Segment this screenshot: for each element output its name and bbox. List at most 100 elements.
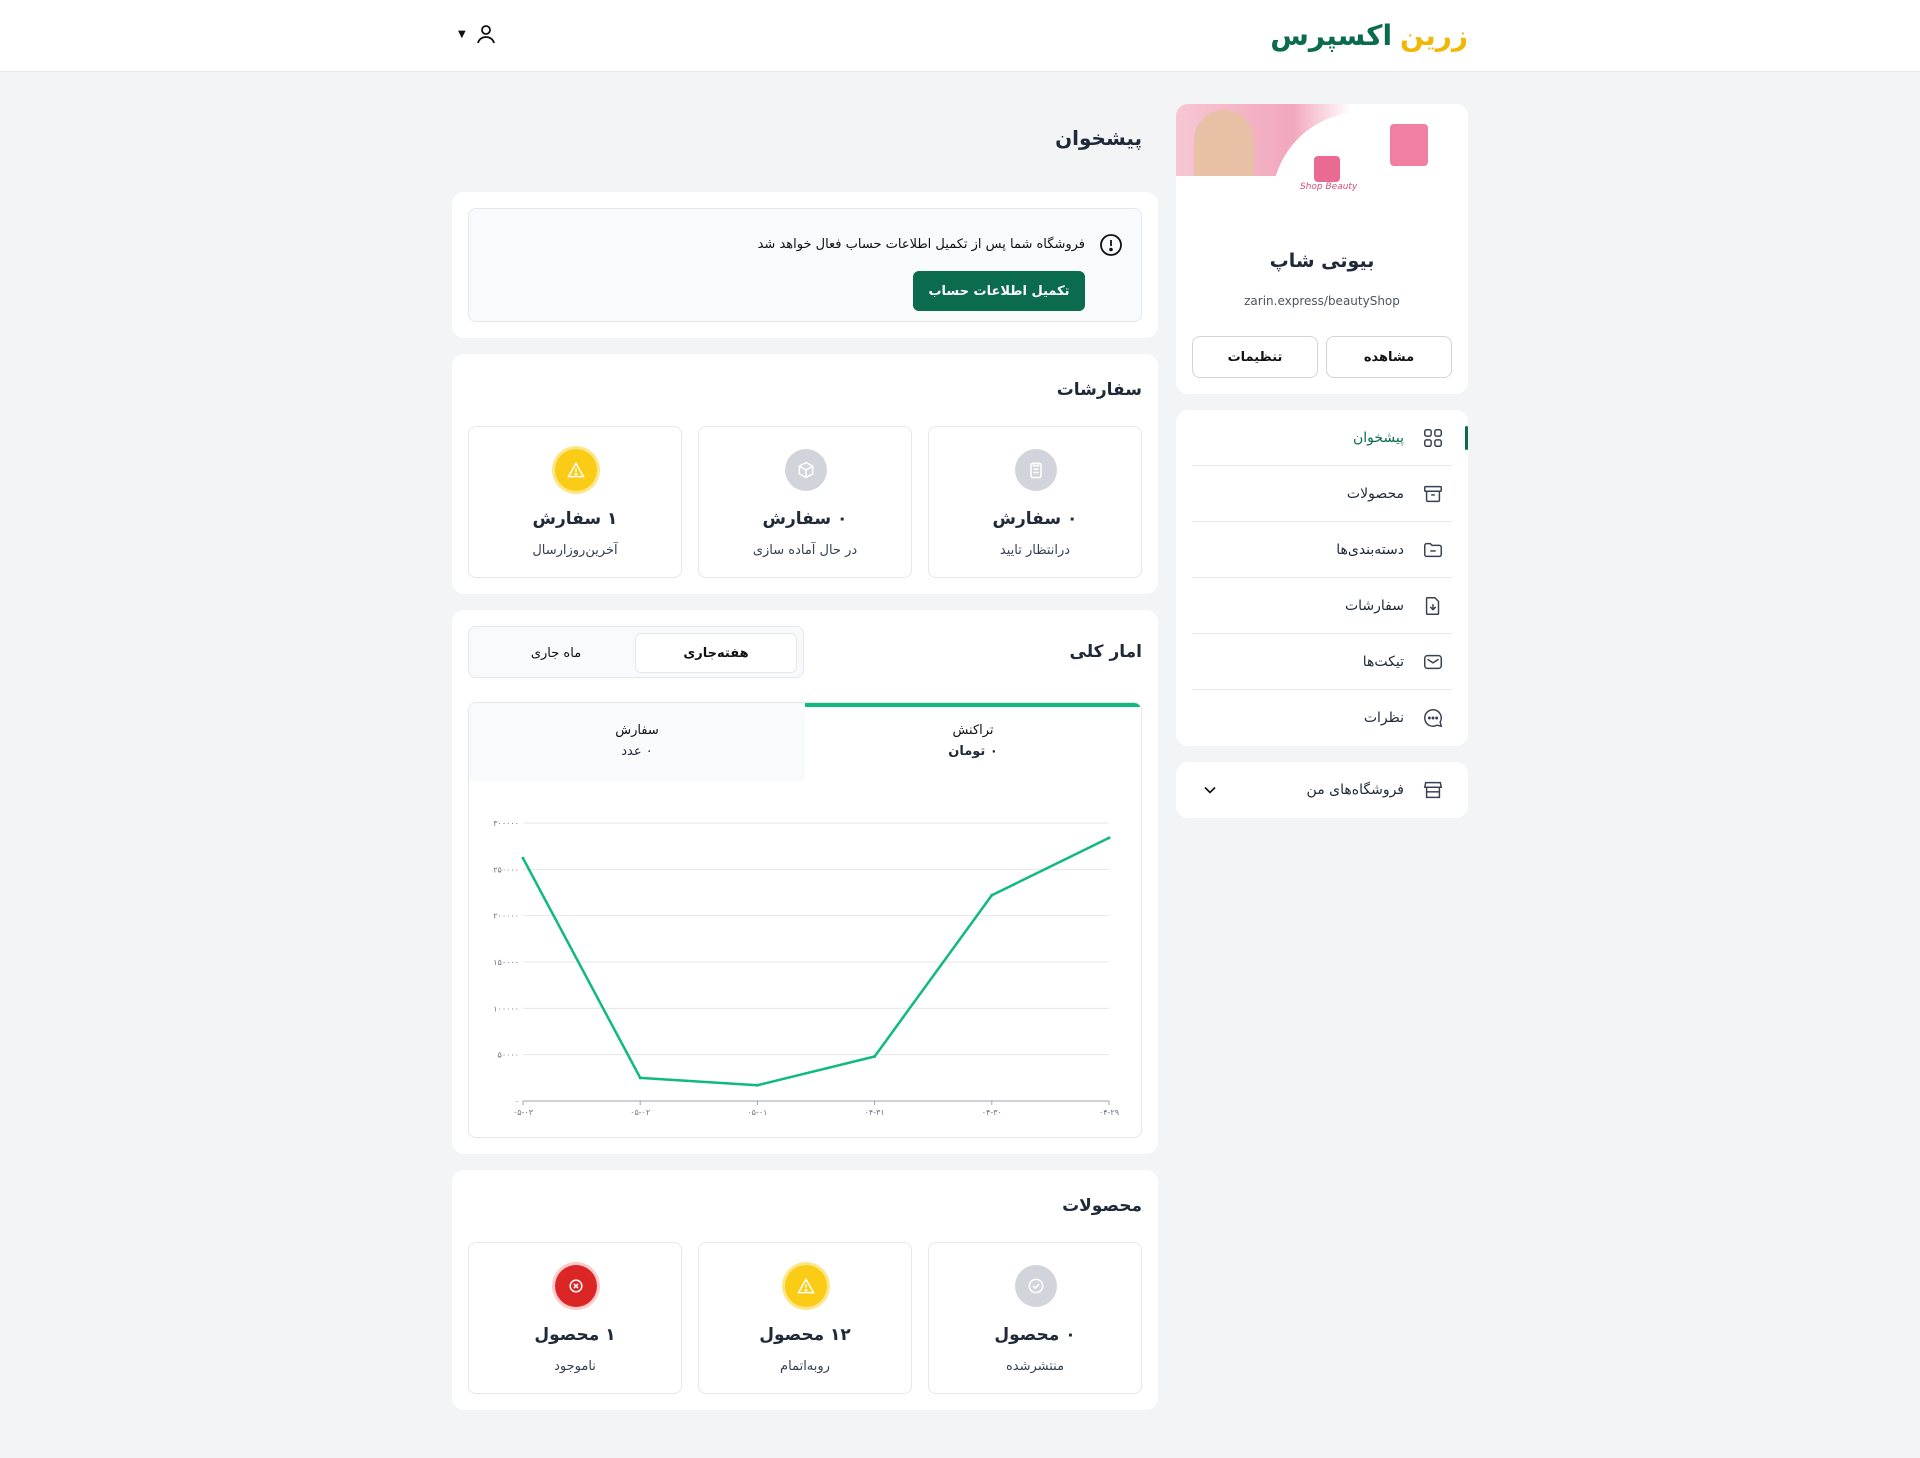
chevron-down-icon [1204, 786, 1216, 794]
tab-current-week[interactable]: هفته‌جاری [635, 633, 797, 673]
y-tick-label: ۵۰۰۰۰ [498, 1051, 519, 1060]
stat-label: در حال آماده سازی [752, 543, 858, 558]
sidebar-nav: پیشخوان محصولات دسته‌بندی‌ها سفارشات تیک… [1176, 410, 1468, 746]
data-point [638, 1076, 642, 1080]
data-point [755, 1083, 759, 1087]
account-alert-card: فروشگاه شما پس از تکمیل اطلاعات حساب فعا… [452, 192, 1158, 338]
store-icon [1423, 781, 1443, 799]
sidebar-item-label: محصولات [1346, 485, 1404, 502]
stats-title: امار کلی [1069, 642, 1142, 662]
mail-icon [1424, 654, 1442, 669]
stat-count: ۱۲ محصول [759, 1325, 851, 1345]
stat-count: ۱ محصول [534, 1325, 616, 1345]
store-settings-button[interactable]: تنظیمات [1192, 336, 1318, 378]
file-download-icon [1425, 596, 1440, 615]
sidebar-item-dashboard[interactable]: پیشخوان [1192, 410, 1468, 466]
stat-count: ۱ سفارش [532, 509, 618, 529]
metric-label: تراکنش [952, 723, 994, 738]
x-circle-icon [555, 1265, 597, 1307]
sidebar-item-label: سفارشات [1344, 597, 1404, 614]
metric-value: ۰ تومان [948, 744, 998, 759]
orders-title: سفارشات [1056, 380, 1142, 400]
clipboard-icon [1015, 449, 1057, 491]
x-tick-label: ۰۵-۰۲ [630, 1108, 650, 1117]
period-toggle: هفته‌جاری ماه جاری [468, 626, 804, 678]
warning-icon [555, 449, 597, 491]
user-menu[interactable]: ▼ [458, 22, 498, 46]
shopping-bag-icon [1390, 124, 1428, 166]
top-bar: زرین اکسپرس ▼ [0, 0, 1920, 72]
check-circle-icon [1015, 1265, 1057, 1307]
stat-count: ۰ سفارش [992, 509, 1078, 529]
my-stores-dropdown[interactable]: فروشگاه‌های من [1176, 762, 1468, 818]
y-tick-label: ۲۰۰۰۰۰ [493, 912, 519, 921]
logo[interactable]: زرین اکسپرس [1270, 16, 1468, 54]
stat-label: ناموجود [554, 1359, 596, 1374]
chart-panel: تراکنش ۰ تومان سفارش ۰ عدد ۰ ۵۰۰۰۰ ۱۰۰۰۰۰ ۱… [468, 702, 1142, 1138]
banner-photo [1194, 110, 1254, 176]
y-tick-label: ۲۵۰۰۰۰ [493, 865, 519, 874]
store-profile-card: Shop Beauty بیوتی شاپ zarin.express/beau… [1176, 104, 1468, 394]
store-url[interactable]: zarin.express/beautyShop [1176, 294, 1468, 308]
order-stat-pending[interactable]: ۰ سفارش درانتظار تایید [928, 426, 1142, 578]
product-stat-low-stock[interactable]: ۱۲ محصول روبه‌اتمام [698, 1242, 912, 1394]
line-chart: ۰ ۵۰۰۰۰ ۱۰۰۰۰۰ ۱۵۰۰۰۰ ۲۰۰۰۰۰ ۲۵۰۰۰۰ ۳۰۰۰۰۰ ۰۵-۰… [493, 819, 1119, 1117]
data-point [1107, 836, 1111, 840]
data-point [990, 893, 994, 897]
product-stat-published[interactable]: ۰ محصول منتشرشده [928, 1242, 1142, 1394]
x-tick-label: ۰۴-۳۱ [865, 1108, 885, 1117]
sidebar-item-comments[interactable]: نظرات [1192, 690, 1452, 746]
product-stat-out-of-stock[interactable]: ۱ محصول ناموجود [468, 1242, 682, 1394]
products-card: محصولات ۰ محصول منتشرشده ۱۲ محصول روبه‌ا… [452, 1170, 1158, 1410]
alert-message: فروشگاه شما پس از تکمیل اطلاعات حساب فعا… [757, 237, 1085, 252]
y-tick-label: ۱۵۰۰۰۰ [493, 958, 519, 967]
page-title: پیشخوان [1055, 126, 1142, 150]
tab-transactions[interactable]: تراکنش ۰ تومان [805, 703, 1141, 781]
orders-card: سفارشات ۰ سفارش درانتظار تایید ۰ سفارش د… [452, 354, 1158, 594]
stat-label: آخرین‌روزارسال [532, 543, 618, 558]
user-icon [476, 25, 495, 44]
x-tick-label: ۰۵-۰۳ [513, 1108, 534, 1117]
sidebar-item-label: پیشخوان [1352, 429, 1404, 446]
y-tick-label: ۳۰۰۰۰۰ [493, 819, 519, 828]
metric-value: ۰ عدد [621, 744, 653, 759]
logo-zarin: زرین [1400, 18, 1468, 52]
sidebar-item-label: تیکت‌ها [1362, 653, 1404, 670]
box-icon [785, 449, 827, 491]
view-store-button[interactable]: مشاهده [1326, 336, 1452, 378]
sidebar-item-tickets[interactable]: تیکت‌ها [1192, 634, 1452, 690]
archive-icon [1424, 485, 1442, 502]
stat-label: روبه‌اتمام [780, 1359, 830, 1374]
complete-account-button[interactable]: تکمیل اطلاعات حساب [913, 271, 1085, 311]
x-tick-label: ۰۴-۲۹ [1099, 1108, 1119, 1117]
grid-icon [1424, 428, 1442, 447]
store-name: بیوتی شاپ [1269, 250, 1375, 272]
metric-label: سفارش [615, 723, 659, 738]
x-tick-label: ۰۵-۰۱ [747, 1108, 767, 1117]
stats-card: امار کلی هفته‌جاری ماه جاری تراکنش ۰ توم… [452, 610, 1158, 1154]
my-stores-label: فروشگاه‌های من [1306, 782, 1404, 798]
stat-count: ۰ سفارش [762, 509, 848, 529]
sidebar-item-products[interactable]: محصولات [1192, 466, 1452, 522]
exclamation-icon [1100, 234, 1122, 256]
chat-icon [1424, 709, 1443, 728]
warning-icon [785, 1265, 827, 1307]
sidebar-item-orders[interactable]: سفارشات [1192, 578, 1452, 634]
logo-express: اکسپرس [1270, 18, 1393, 52]
order-stat-preparing[interactable]: ۰ سفارش در حال آماده سازی [698, 426, 912, 578]
order-stat-last-day[interactable]: ۱ سفارش آخرین‌روزارسال [468, 426, 682, 578]
alert-box: فروشگاه شما پس از تکمیل اطلاعات حساب فعا… [468, 208, 1142, 322]
shopping-bag-small-icon [1314, 156, 1340, 182]
x-tick-label: ۰۴-۳۰ [982, 1108, 1002, 1117]
stat-label: منتشرشده [1005, 1359, 1065, 1374]
sidebar-item-categories[interactable]: دسته‌بندی‌ها [1192, 522, 1452, 578]
tab-current-month[interactable]: ماه جاری [475, 633, 637, 673]
folder-icon [1424, 542, 1442, 557]
sidebar-item-label: دسته‌بندی‌ها [1336, 541, 1404, 558]
sidebar-item-label: نظرات [1363, 710, 1404, 726]
stat-label: درانتظار تایید [999, 543, 1071, 558]
y-tick-label: ۱۰۰۰۰۰ [493, 1004, 519, 1013]
banner-brand: Shop Beauty [1300, 182, 1358, 192]
stat-count: ۰ محصول [994, 1325, 1076, 1345]
tab-orders-count[interactable]: سفارش ۰ عدد [469, 703, 805, 781]
